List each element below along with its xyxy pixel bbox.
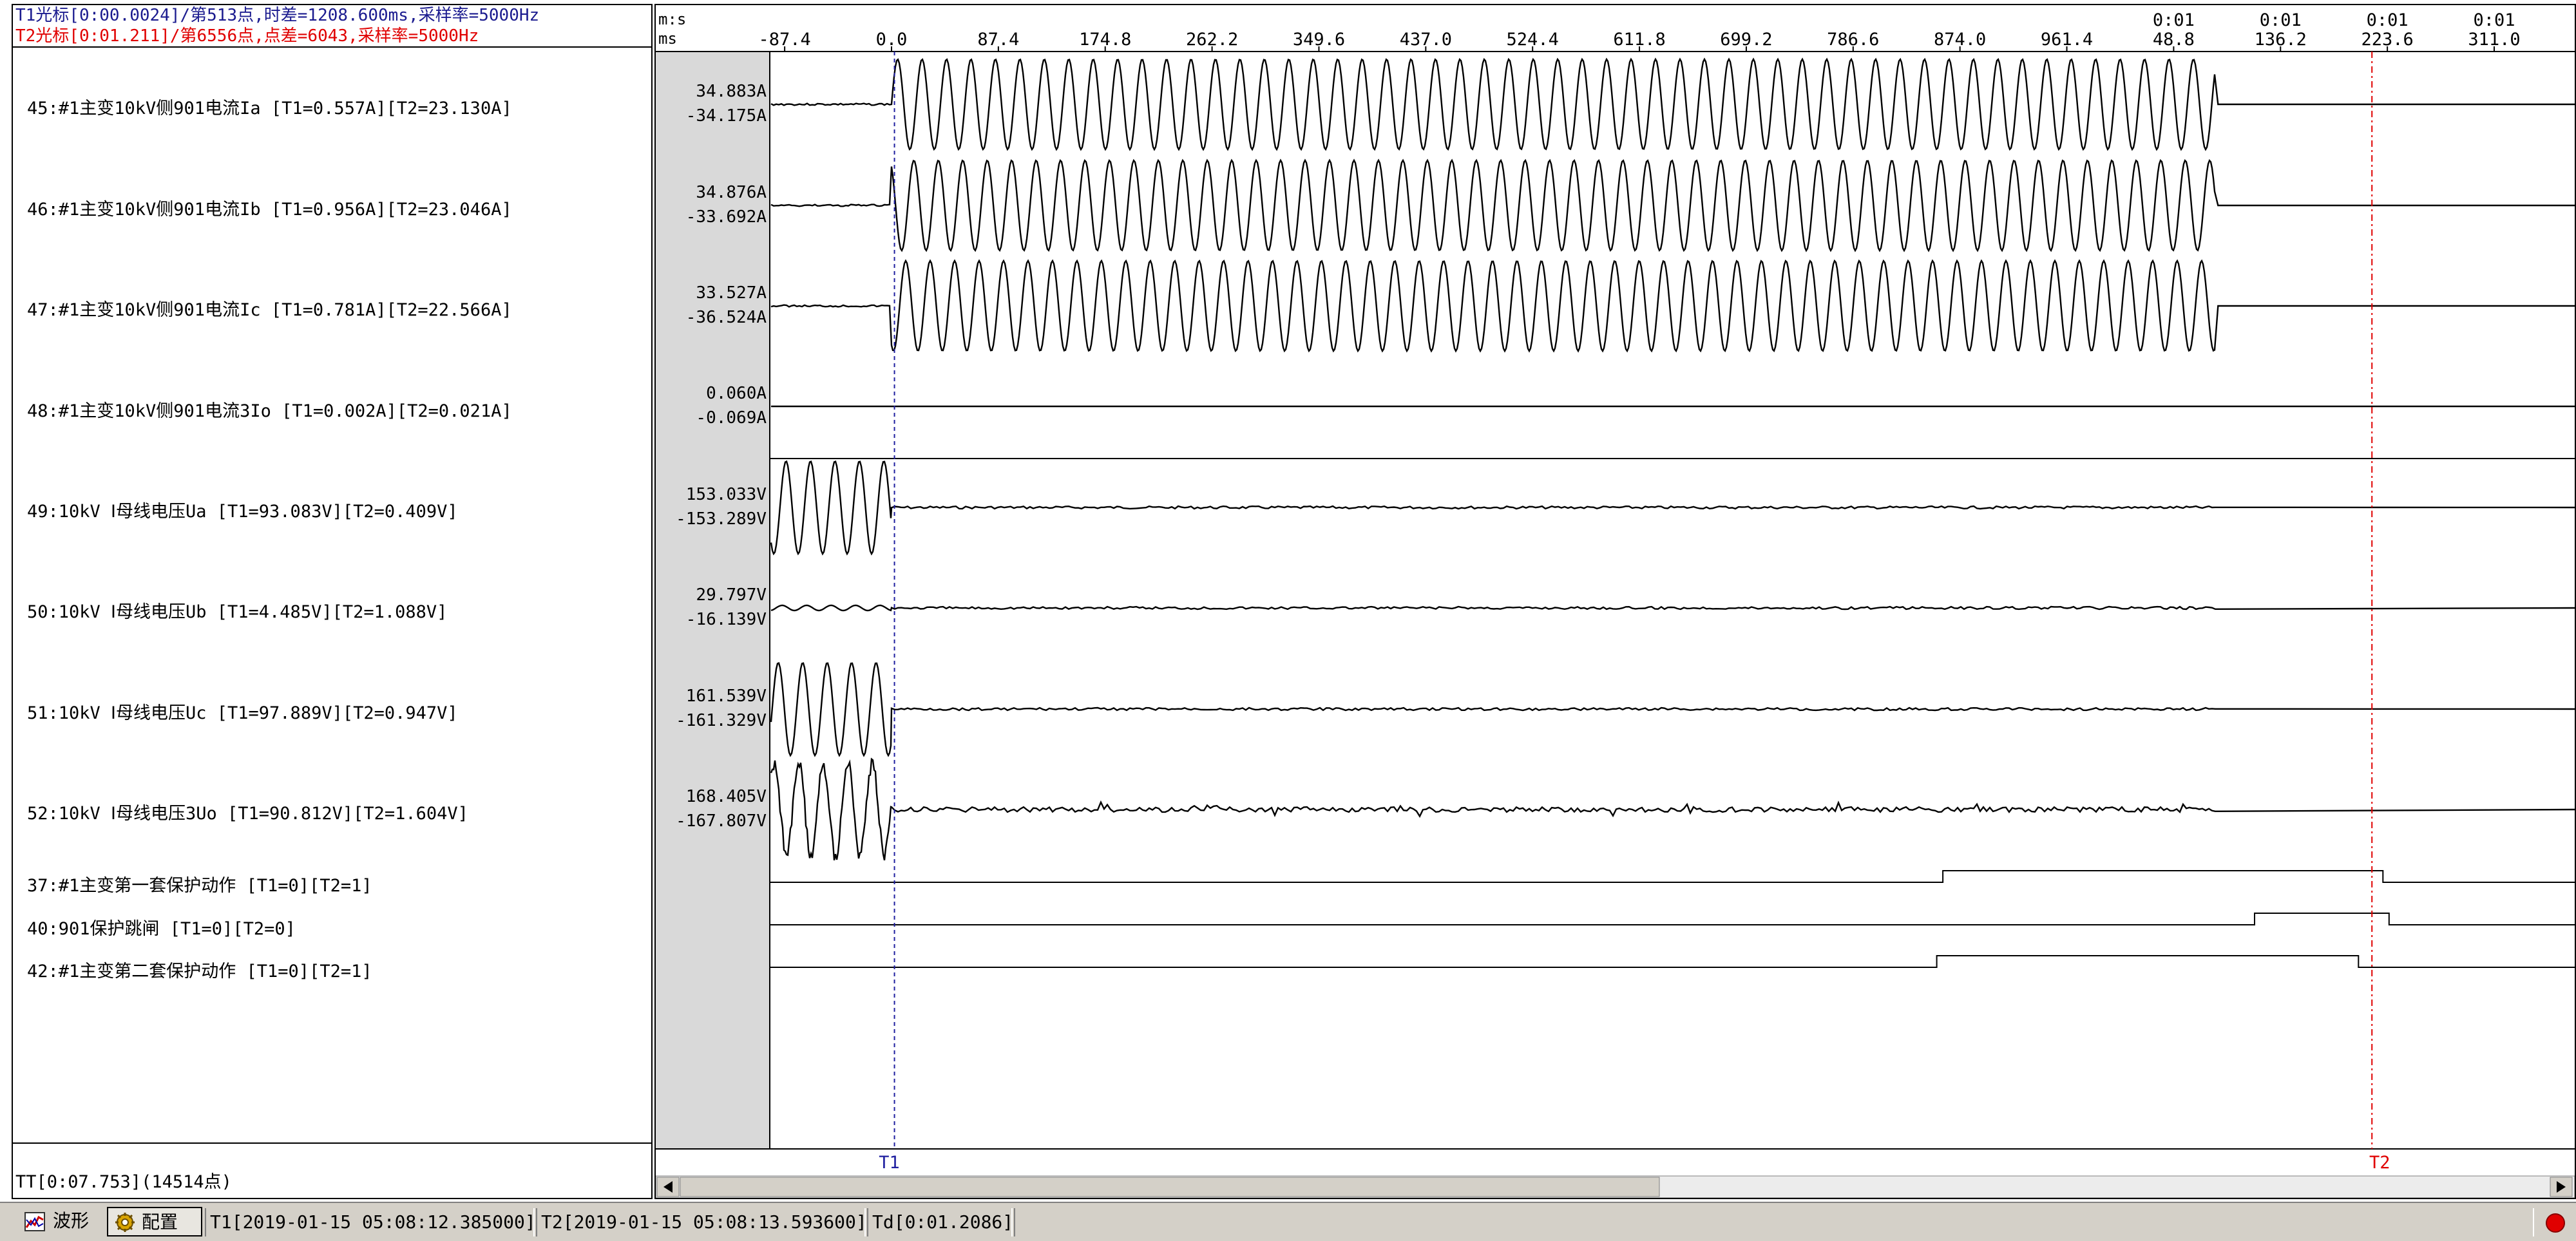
tick-label-14: 136.2 <box>2255 30 2307 50</box>
wave-tab-icon <box>24 1212 45 1231</box>
tick-label-16: 311.0 <box>2468 30 2520 50</box>
channel-3-max-label: 0.060A <box>706 384 767 403</box>
status-message-field <box>1014 1208 2534 1236</box>
digital-0-trace <box>770 870 2575 883</box>
digital-label-40[interactable]: 40:901保护跳闸 [T1=0][T2=0] <box>27 914 296 940</box>
axis-unit-top: m:s <box>658 10 686 28</box>
tick-label-15: 223.6 <box>2361 30 2413 50</box>
waveform-canvas[interactable]: m:s ms -87.4 0.0 87.4 174.8 262.2 349.6 437.0 524… <box>655 5 2575 1198</box>
left-footer: TT[0:07.753](14514点) <box>13 1142 651 1198</box>
h-scrollbar-thumb[interactable] <box>680 1177 1660 1197</box>
channel-1-min-label: -33.692A <box>686 207 767 227</box>
channel-6-max-label: 161.539V <box>686 687 767 706</box>
tick-label-10: 786.6 <box>1827 30 1879 50</box>
channel-2-max-label: 33.527A <box>696 283 767 303</box>
tick-label-11: 874.0 <box>1934 30 1986 50</box>
scroll-left-button[interactable] <box>656 1177 680 1197</box>
channel-0-min-label: -34.175A <box>686 106 767 126</box>
channel-4-min-label: -153.289V <box>676 509 767 529</box>
channel-6-trace <box>770 661 2575 757</box>
channel-5-min-label: -16.139V <box>686 610 767 629</box>
tick-label-13: 48.8 <box>2153 30 2195 50</box>
wave-analyzer-window: T1光标[0:00.0024]/第513点,时差=1208.600ms,采样率=… <box>0 0 2576 1241</box>
tick-label-2: 87.4 <box>977 30 1019 50</box>
cursor-info: T1光标[0:00.0024]/第513点,时差=1208.600ms,采样率=… <box>13 5 651 48</box>
tick-label-4: 262.2 <box>1186 30 1238 50</box>
channel-label-46[interactable]: 46:#1主变10kV侧901电流Ib [T1=0.956A][T2=23.04… <box>27 195 512 220</box>
td-time-field: Td[0:01.2086] <box>867 1208 1013 1236</box>
tick-label-6: 437.0 <box>1400 30 1452 50</box>
channel-0-trace <box>770 57 2575 151</box>
config-tab-label: 配置 <box>142 1211 178 1233</box>
channel-0-max-label: 34.883A <box>696 82 767 101</box>
channel-5-max-label: 29.797V <box>696 585 767 605</box>
channel-label-45[interactable]: 45:#1主变10kV侧901电流Ia [T1=0.557A][T2=23.13… <box>27 94 512 119</box>
t1-cursor-info: T1光标[0:00.0024]/第513点,时差=1208.600ms,采样率=… <box>15 6 540 25</box>
tick-label-1: 0.0 <box>876 30 908 50</box>
axis-unit-bottom: ms <box>658 30 677 48</box>
tick-top-label-14: 0:01 <box>2260 10 2302 30</box>
channel-7-trace <box>770 757 2575 861</box>
tick-top-label-15: 0:01 <box>2367 10 2409 30</box>
tick-label-3: 174.8 <box>1079 30 1131 50</box>
tick-label-12: 961.4 <box>2041 30 2093 50</box>
waveform-panel[interactable]: m:s ms -87.4 0.0 87.4 174.8 262.2 349.6 437.0 524… <box>654 4 2576 1199</box>
tick-label-7: 524.4 <box>1507 30 1559 50</box>
t2-time-field: T2[2019-01-15 05:08:13.593600] <box>536 1208 867 1236</box>
channel-7-min-label: -167.807V <box>676 811 767 831</box>
tick-label-5: 349.6 <box>1293 30 1345 50</box>
channel-1-max-label: 34.876A <box>696 183 767 202</box>
channel-list-panel: T1光标[0:00.0024]/第513点,时差=1208.600ms,采样率=… <box>12 4 653 1199</box>
status-bar: 波形 配置 T1[2019-01-15 05:08:12.385000] T2[… <box>0 1202 2576 1241</box>
channel-5-trace <box>770 604 2575 612</box>
scroll-right-button[interactable] <box>2550 1177 2573 1197</box>
tick-label-8: 611.8 <box>1613 30 1665 50</box>
channel-label-50[interactable]: 50:10kV Ⅰ母线电压Ub [T1=4.485V][T2=1.088V] <box>27 598 447 623</box>
channel-label-51[interactable]: 51:10kV Ⅰ母线电压Uc [T1=97.889V][T2=0.947V] <box>27 699 458 724</box>
t2-cursor-info: T2光标[0:01.211]/第6556点,点差=6043,采样率=5000Hz <box>15 26 479 46</box>
digital-1-trace <box>770 913 2575 925</box>
t1-time-field: T1[2019-01-15 05:08:12.385000] <box>205 1208 536 1236</box>
wave-tab[interactable]: 波形 <box>19 1207 104 1236</box>
channel-2-trace <box>770 259 2575 353</box>
tick-label-9: 699.2 <box>1720 30 1772 50</box>
digital-label-37[interactable]: 37:#1主变第一套保护动作 [T1=0][T2=1] <box>27 871 372 896</box>
channel-1-trace <box>770 158 2575 252</box>
channel-2-min-label: -36.524A <box>686 308 767 327</box>
channel-7-max-label: 168.405V <box>686 787 767 806</box>
channel-label-52[interactable]: 52:10kV Ⅰ母线电压3Uo [T1=90.812V][T2=1.604V] <box>27 799 468 824</box>
config-tab[interactable]: 配置 <box>107 1207 202 1236</box>
channel-label-49[interactable]: 49:10kV Ⅰ母线电压Ua [T1=93.083V][T2=0.409V] <box>27 497 458 522</box>
channel-label-47[interactable]: 47:#1主变10kV侧901电流Ic [T1=0.781A][T2=22.56… <box>27 296 512 321</box>
channel-4-max-label: 153.033V <box>686 485 767 504</box>
tick-label-0: -87.4 <box>758 30 810 50</box>
channel-label-48[interactable]: 48:#1主变10kV侧901电流3Io [T1=0.002A][T2=0.02… <box>27 397 512 422</box>
t2-cursor-label: T2 <box>2369 1153 2390 1173</box>
channel-6-min-label: -161.329V <box>676 711 767 730</box>
channel-3-min-label: -0.069A <box>696 408 767 428</box>
record-indicator-icon <box>2546 1213 2565 1233</box>
digital-label-42[interactable]: 42:#1主变第二套保护动作 [T1=0][T2=1] <box>27 957 372 982</box>
tick-top-label-13: 0:01 <box>2153 10 2195 30</box>
total-time-text: TT[0:07.753](14514点) <box>15 1172 232 1192</box>
tick-top-label-16: 0:01 <box>2473 10 2515 30</box>
wave-tab-label: 波形 <box>53 1210 90 1231</box>
config-gear-icon <box>115 1213 135 1232</box>
digital-2-trace <box>770 955 2575 968</box>
t1-cursor-label: T1 <box>879 1153 900 1173</box>
channel-4-trace <box>770 460 2575 556</box>
